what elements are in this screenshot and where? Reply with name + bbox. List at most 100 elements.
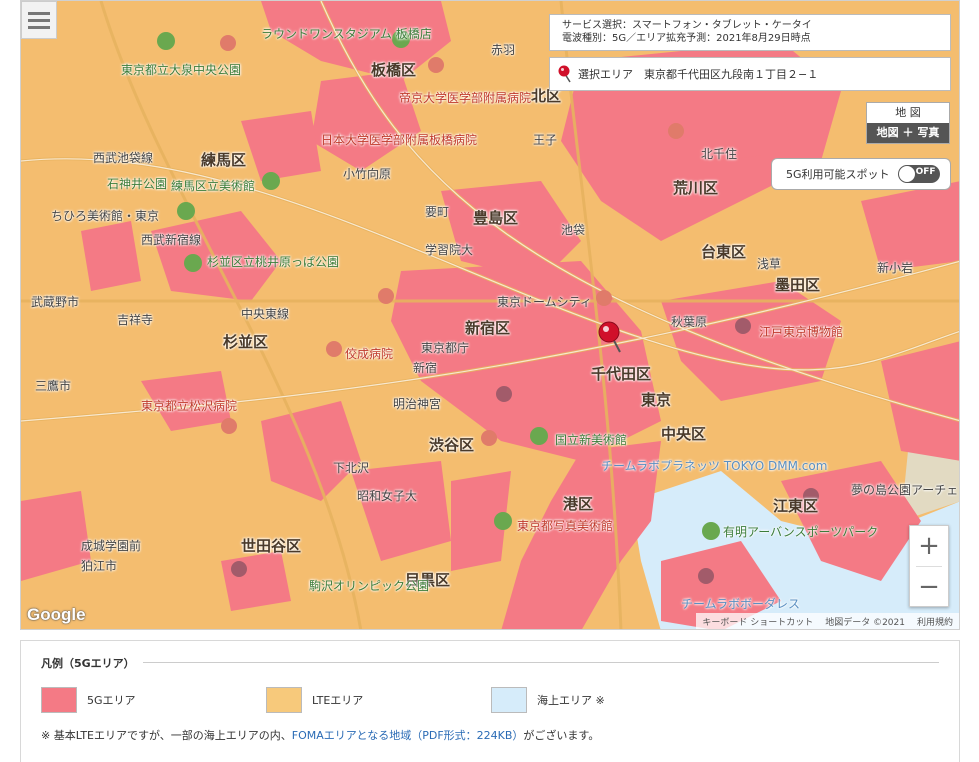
place-label: 駒沢オリンピック公園 [309, 579, 430, 593]
ward-label: 新宿区 [465, 319, 511, 337]
menu-button[interactable] [21, 1, 57, 39]
place-label: 夢の島公園アーチェリー場 [851, 483, 959, 497]
ward-label: 渋谷区 [429, 436, 475, 454]
ward-label: 台東区 [701, 243, 747, 261]
place-label: 狛江市 [81, 559, 118, 573]
place-label: チームラボプラネッツ TOKYO DMM.com [601, 459, 828, 473]
legend-divider [41, 662, 939, 663]
toggle-switch[interactable]: OFF [897, 165, 940, 183]
toggle-state: OFF [915, 167, 936, 177]
foma-area-link[interactable]: FOMAエリアとなる地域（PDF形式：224KB） [292, 729, 524, 742]
selected-area-panel: 選択エリア 東京都千代田区九段南１丁目２−１ [549, 57, 951, 91]
place-label: 新小岩 [877, 261, 914, 275]
zoom-in-button[interactable]: + [910, 526, 948, 566]
ward-label: 港区 [563, 495, 594, 513]
toggle-knob [898, 166, 915, 182]
ward-label: 千代田区 [591, 365, 652, 383]
place-label: 池袋 [561, 223, 586, 237]
place-label: 中央東線 [241, 307, 290, 321]
legend-item-sea: 海上エリア ※ [491, 687, 605, 713]
place-label: 西武池袋線 [93, 151, 154, 165]
hamburger-icon [28, 11, 50, 15]
place-label: 練馬区立美術館 [171, 179, 256, 193]
map-type-map-button[interactable]: 地 図 [867, 103, 949, 123]
legend-item-lte: LTEエリア [266, 687, 363, 713]
map-type-photo-button[interactable]: 地図 ＋ 写真 [867, 123, 949, 143]
place-label: 有明アーバンスポーツパーク [723, 525, 879, 539]
legend-title: 凡例（5Gエリア） [41, 655, 143, 671]
ward-label: 江東区 [773, 497, 819, 515]
place-label: 北千住 [701, 147, 738, 161]
place-label: 東京都立大泉中央公園 [121, 63, 242, 77]
legend-label: LTEエリア [312, 694, 364, 707]
service-selection-text: サービス選択：スマートフォン・タブレット・ケータイ [562, 20, 812, 31]
place-label: 東京ドームシティ [497, 295, 592, 309]
legend-label: 海上エリア ※ [537, 694, 605, 707]
place-label: ちひろ美術館・東京 [51, 209, 160, 223]
map-data-text: 地図データ ©2021 [825, 617, 905, 628]
spot-toggle-label: 5G利用可能スポット [786, 168, 890, 181]
place-label: 帝京大学医学部附属病院 [399, 91, 532, 105]
place-label: 国立新美術館 [555, 433, 628, 447]
ward-label: 荒川区 [673, 179, 719, 197]
place-label: 秋葉原 [671, 315, 708, 329]
place-label: 成城学園前 [81, 539, 142, 553]
place-label: 新宿 [413, 361, 438, 375]
legend-swatch-5g [41, 687, 77, 713]
place-label: 東京都立松沢病院 [141, 399, 238, 413]
place-label: 下北沢 [333, 461, 370, 475]
wave-type-text: 電波種別：5G／エリア拡充予測：2021年8月29日時点 [562, 33, 811, 44]
place-label: 江戸東京博物館 [759, 325, 844, 339]
place-label: ラウンドワンスタジアム 板橋店 [261, 27, 432, 41]
location-pin-icon[interactable] [598, 321, 624, 353]
coverage-map[interactable]: 練馬区 板橋区 北区 豊島区 荒川区 杉並区 新宿区 千代田区 東京 中央区 渋… [20, 0, 960, 630]
ward-label: 墨田区 [775, 276, 821, 294]
pin-icon [558, 65, 571, 83]
place-label: 要町 [425, 205, 450, 219]
ward-label: 練馬区 [201, 151, 247, 169]
place-label: 東京都写真美術館 [517, 519, 614, 533]
google-logo: Google [27, 605, 86, 624]
place-label: 佼成病院 [345, 347, 394, 361]
place-label: 赤羽 [491, 43, 516, 57]
service-info-panel: サービス選択：スマートフォン・タブレット・ケータイ 電波種別：5G／エリア拡充予… [549, 14, 951, 51]
legend-panel: 凡例（5Gエリア） 5Gエリア LTEエリア 海上エリア ※ ※ 基本LTEエリ… [20, 640, 960, 762]
place-label: 杉並区立桃井原っぱ公園 [207, 255, 340, 269]
legend-swatch-sea [491, 687, 527, 713]
ward-label: 板橋区 [371, 61, 417, 79]
place-label: 浅草 [757, 257, 782, 271]
ward-label: 中央区 [661, 425, 707, 443]
place-label: 吉祥寺 [117, 313, 154, 327]
place-label: 武蔵野市 [31, 295, 80, 309]
terms-link[interactable]: 利用規約 [917, 615, 953, 628]
place-label: チームラボボーダレス [681, 597, 801, 611]
legend-label: 5Gエリア [87, 694, 136, 707]
ward-label: 東京 [641, 391, 672, 409]
map-type-switch: 地 図 地図 ＋ 写真 [866, 102, 950, 144]
zoom-control: + − [909, 525, 949, 607]
place-label: 日本大学医学部附属板橋病院 [321, 133, 478, 147]
place-label: 石神井公園 [107, 177, 168, 191]
legend-note: ※ 基本LTEエリアですが、一部の海上エリアの内、FOMAエリアとなる地域（PD… [41, 727, 599, 743]
ward-label: 豊島区 [473, 209, 519, 227]
hamburger-icon [28, 25, 50, 29]
ward-label: 杉並区 [223, 333, 269, 351]
legend-note-suffix: がございます。 [523, 729, 600, 742]
legend-note-prefix: ※ 基本LTEエリアですが、一部の海上エリアの内、 [41, 729, 292, 742]
keyboard-shortcuts-link[interactable]: キーボード ショートカット [702, 615, 813, 628]
legend-swatch-lte [266, 687, 302, 713]
legend-item-5g: 5Gエリア [41, 687, 136, 713]
zoom-out-button[interactable]: − [910, 567, 948, 607]
selected-area-text: 選択エリア 東京都千代田区九段南１丁目２−１ [578, 68, 819, 81]
place-label: 小竹向原 [343, 167, 392, 181]
5g-spot-toggle[interactable]: 5G利用可能スポット OFF [771, 158, 951, 190]
place-label: 三鷹市 [35, 379, 72, 393]
ward-label: 世田谷区 [241, 537, 302, 555]
map-attribution: キーボード ショートカット 地図データ ©2021 利用規約 [696, 613, 959, 629]
place-label: 昭和女子大 [357, 489, 418, 503]
place-label: 王子 [533, 133, 558, 147]
place-label: 学習院大 [425, 243, 474, 257]
hamburger-icon [28, 18, 50, 22]
place-label: 西武新宿線 [141, 233, 202, 247]
place-label: 東京都庁 [421, 341, 470, 355]
